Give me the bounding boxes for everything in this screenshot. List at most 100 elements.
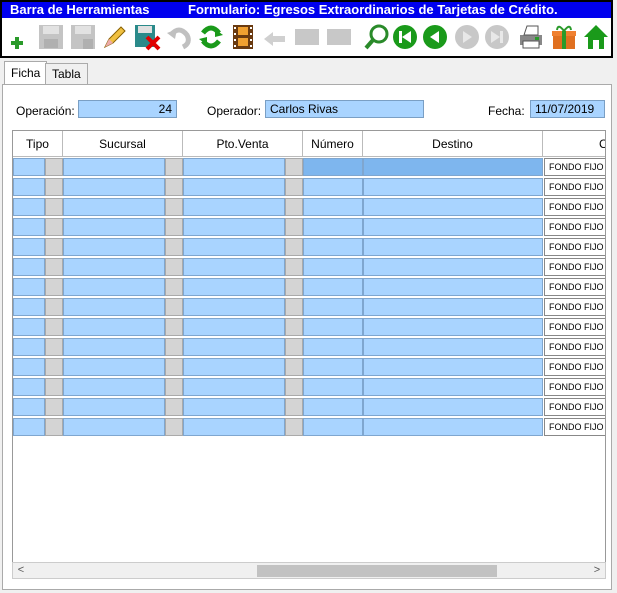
grid-cell[interactable] — [165, 338, 183, 356]
grid-cell[interactable] — [13, 398, 45, 416]
grid-cell[interactable] — [165, 278, 183, 296]
grid-cell[interactable] — [363, 298, 543, 316]
grid-cell[interactable] — [285, 218, 303, 236]
grid-cell[interactable] — [63, 378, 165, 396]
grid-cell[interactable] — [165, 178, 183, 196]
concepto-cell[interactable]: FONDO FIJO — [544, 178, 605, 196]
grid-cell[interactable] — [183, 418, 285, 436]
tab-ficha[interactable]: Ficha — [4, 61, 48, 85]
grid-cell[interactable] — [13, 298, 45, 316]
tab-tabla[interactable]: Tabla — [45, 63, 88, 85]
grid-cell[interactable] — [45, 358, 63, 376]
grid-cell[interactable] — [165, 258, 183, 276]
column-header-tipo[interactable]: Tipo — [13, 131, 63, 157]
grid-cell[interactable] — [45, 258, 63, 276]
grid-cell[interactable] — [45, 158, 63, 176]
grid-cell[interactable] — [63, 218, 165, 236]
grid-cell[interactable] — [285, 238, 303, 256]
grid-cell[interactable] — [165, 318, 183, 336]
grid-cell[interactable] — [183, 278, 285, 296]
grid-cell[interactable] — [63, 238, 165, 256]
grid-cell[interactable] — [183, 158, 285, 176]
grid-cell[interactable] — [63, 358, 165, 376]
table-row[interactable]: FONDO FIJO — [13, 218, 605, 236]
horizontal-scrollbar[interactable]: < > — [12, 562, 606, 579]
grid-cell[interactable] — [63, 318, 165, 336]
grid-cell[interactable] — [45, 178, 63, 196]
grid-cell[interactable] — [285, 338, 303, 356]
edit-button[interactable] — [100, 21, 130, 53]
concepto-cell[interactable]: FONDO FIJO — [544, 318, 605, 336]
grid-cell[interactable] — [63, 278, 165, 296]
grid-cell[interactable] — [303, 298, 363, 316]
grid-cell[interactable] — [363, 218, 543, 236]
scroll-right-icon[interactable]: > — [589, 563, 605, 578]
grid-cell[interactable] — [183, 358, 285, 376]
save-button[interactable] — [36, 21, 66, 53]
grid-cell[interactable] — [165, 298, 183, 316]
grid-cell[interactable] — [303, 178, 363, 196]
last-record-button[interactable] — [482, 21, 512, 53]
grid-cell[interactable] — [13, 358, 45, 376]
delete-save-button[interactable] — [132, 21, 162, 53]
disabled-button-1[interactable] — [292, 21, 322, 53]
column-header-pto-venta[interactable]: Pto.Venta — [183, 131, 303, 157]
table-row[interactable]: FONDO FIJO — [13, 398, 605, 416]
grid-cell[interactable] — [363, 258, 543, 276]
grid-cell[interactable] — [165, 198, 183, 216]
table-row[interactable]: FONDO FIJO — [13, 358, 605, 376]
table-row[interactable]: FONDO FIJO — [13, 378, 605, 396]
grid-cell[interactable] — [165, 218, 183, 236]
concepto-cell[interactable]: FONDO FIJO — [544, 298, 605, 316]
grid-cell[interactable] — [63, 198, 165, 216]
grid-cell[interactable] — [45, 198, 63, 216]
grid-cell[interactable] — [183, 338, 285, 356]
grid-cell[interactable] — [13, 178, 45, 196]
first-record-button[interactable] — [390, 21, 420, 53]
grid-cell[interactable] — [45, 398, 63, 416]
grid-cell[interactable] — [13, 218, 45, 236]
grid-cell[interactable] — [13, 258, 45, 276]
search-button[interactable] — [362, 21, 392, 53]
grid-cell[interactable] — [45, 238, 63, 256]
table-row[interactable]: FONDO FIJO — [13, 258, 605, 276]
grid-cell[interactable] — [285, 398, 303, 416]
concepto-cell[interactable]: FONDO FIJO — [544, 358, 605, 376]
print-button[interactable] — [516, 21, 546, 53]
home-button[interactable] — [581, 21, 611, 53]
detail-grid[interactable]: Tipo Sucursal Pto.Venta Número Destino C… — [12, 130, 606, 566]
column-header-numero[interactable]: Número — [303, 131, 363, 157]
grid-cell[interactable] — [285, 158, 303, 176]
grid-cell[interactable] — [63, 258, 165, 276]
grid-cell[interactable] — [303, 238, 363, 256]
grid-cell[interactable] — [285, 258, 303, 276]
grid-cell[interactable] — [183, 218, 285, 236]
grid-cell[interactable] — [303, 198, 363, 216]
grid-cell[interactable] — [303, 338, 363, 356]
scrollbar-thumb[interactable] — [257, 565, 497, 577]
grid-cell[interactable] — [285, 178, 303, 196]
grid-cell[interactable] — [303, 158, 363, 176]
grid-cell[interactable] — [363, 358, 543, 376]
concepto-cell[interactable]: FONDO FIJO — [544, 338, 605, 356]
table-row[interactable]: FONDO FIJO — [13, 338, 605, 356]
grid-cell[interactable] — [363, 198, 543, 216]
grid-cell[interactable] — [165, 358, 183, 376]
add-button[interactable] — [3, 21, 33, 53]
grid-cell[interactable] — [63, 298, 165, 316]
grid-cell[interactable] — [165, 418, 183, 436]
grid-cell[interactable] — [285, 278, 303, 296]
grid-cell[interactable] — [183, 178, 285, 196]
grid-cell[interactable] — [13, 318, 45, 336]
operador-field[interactable]: Carlos Rivas — [265, 100, 424, 118]
concepto-cell[interactable]: FONDO FIJO — [544, 398, 605, 416]
grid-cell[interactable] — [285, 418, 303, 436]
undo-button[interactable] — [164, 21, 194, 53]
grid-cell[interactable] — [183, 378, 285, 396]
grid-cell[interactable] — [165, 158, 183, 176]
grid-cell[interactable] — [13, 418, 45, 436]
film-button[interactable] — [228, 21, 258, 53]
column-header-concepto[interactable]: C — [543, 131, 605, 157]
grid-cell[interactable] — [285, 198, 303, 216]
table-row[interactable]: FONDO FIJO — [13, 278, 605, 296]
